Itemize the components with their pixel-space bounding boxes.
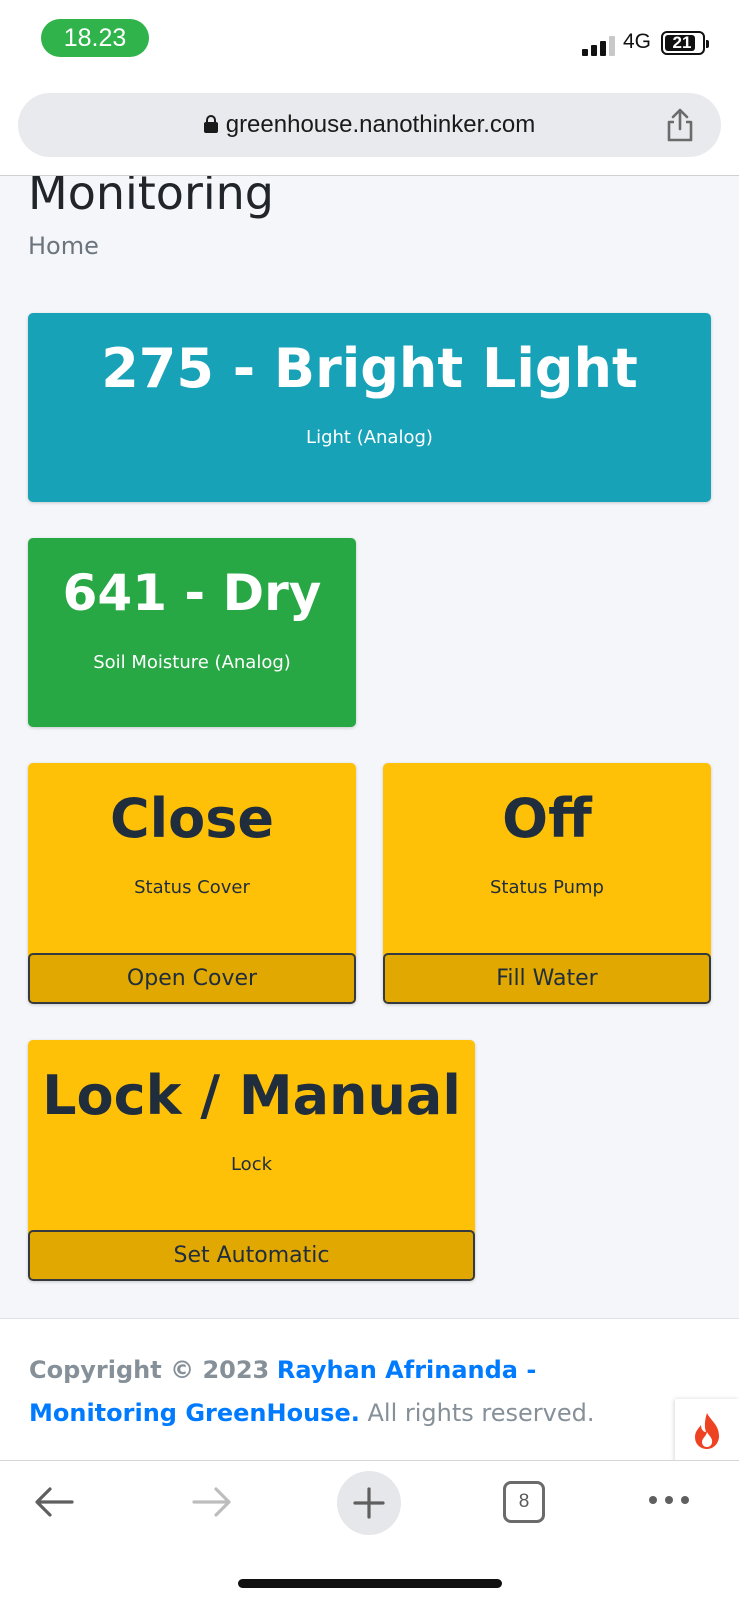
cover-status-label: Status Cover [134,877,250,898]
pump-status-value: Off [502,787,592,850]
status-time[interactable]: 18.23 [41,19,149,57]
light-value: 275 - Bright Light [101,337,638,400]
mode-status-card: Lock / Manual Lock Set Automatic [28,1040,475,1281]
flame-button[interactable] [675,1399,739,1463]
fill-water-button[interactable]: Fill Water [383,953,711,1004]
url-text: greenhouse.nanothinker.com [225,111,536,138]
back-arrow-icon[interactable] [32,1479,78,1525]
light-card: 275 - Bright Light Light (Analog) [28,313,711,502]
page-footer: Copyright © 2023 Rayhan Afrinanda - Moni… [0,1318,739,1463]
copyright-text: Copyright © 2023 [29,1356,270,1384]
soil-moisture-value: 641 - Dry [62,564,322,622]
rights-text: All rights reserved. [367,1399,595,1427]
main-content: Monitoring Home 275 - Bright Light Light… [0,176,739,1318]
breadcrumb[interactable]: Home [28,232,99,260]
mode-status-label: Lock [230,1154,273,1175]
open-cover-button[interactable]: Open Cover [28,953,356,1004]
network-type: 4G [623,30,652,53]
more-icon[interactable] [646,1487,692,1513]
pump-status-label: Status Pump [490,877,604,898]
flame-icon [695,1413,719,1449]
browser-address-area: greenhouse.nanothinker.com [0,84,739,176]
footer-copyright: Copyright © 2023 Rayhan Afrinanda - Moni… [29,1349,669,1435]
light-label: Light (Analog) [306,427,433,448]
battery-icon: 21 [661,31,709,55]
new-tab-button[interactable] [337,1471,401,1535]
signal-icon [582,36,616,56]
mode-status-value: Lock / Manual [42,1064,461,1127]
pump-status-card: Off Status Pump Fill Water [383,763,711,1004]
forward-arrow-icon[interactable] [188,1479,234,1525]
plus-icon [353,1487,385,1519]
browser-toolbar: 8 [0,1460,739,1600]
share-icon[interactable] [663,107,697,143]
soil-moisture-label: Soil Moisture (Analog) [93,652,291,673]
status-bar: 18.23 4G 21 [0,0,739,84]
set-automatic-button[interactable]: Set Automatic [28,1230,475,1281]
cover-status-value: Close [109,787,274,850]
cover-status-card: Close Status Cover Open Cover [28,763,356,1004]
address-bar[interactable]: greenhouse.nanothinker.com [18,93,721,157]
lock-icon [203,115,218,133]
tabs-button[interactable]: 8 [503,1481,545,1523]
battery-level: 21 [672,33,692,52]
page-title: Monitoring [28,176,274,220]
home-indicator [238,1579,502,1588]
soil-moisture-card: 641 - Dry Soil Moisture (Analog) [28,538,356,727]
